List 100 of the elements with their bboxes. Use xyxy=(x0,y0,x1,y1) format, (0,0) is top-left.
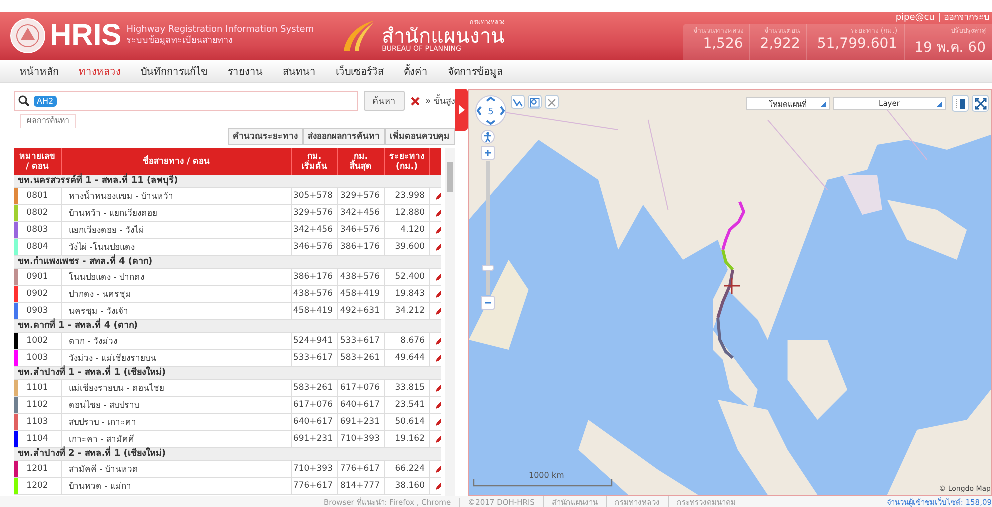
table-cell: วังม่วง - แม่เชียงรายบน xyxy=(62,350,292,366)
table-cell: 8.676 xyxy=(385,333,430,349)
table-cell: บ้านหวด - แม่กา xyxy=(62,478,292,494)
route-number: 0803 xyxy=(26,225,48,235)
menu-item[interactable]: จัดการข้อมูล xyxy=(440,64,515,78)
table-cell: 583+261 xyxy=(338,350,385,366)
group-header: ขท.ลำปางที่ 2 - สทล.ที่ 1 (เชียงใหม่) xyxy=(14,448,442,461)
route-number: 0804 xyxy=(26,242,48,252)
route-number: 1102 xyxy=(26,400,48,410)
route-number: 0903 xyxy=(26,306,48,316)
menu-item[interactable]: ทางหลวง xyxy=(71,64,133,78)
panel-toggle-button[interactable] xyxy=(952,95,969,112)
group-header: ขท.นครสวรรค์ที่ 1 - สทล.ที่ 11 (ลพบุรี) xyxy=(14,175,442,188)
slider-thumb[interactable] xyxy=(482,265,494,272)
table-cell: 34.212 xyxy=(385,303,430,319)
table-cell: 617+076 xyxy=(338,380,385,396)
table-cell: 346+576 xyxy=(338,222,385,238)
fullscreen-button[interactable] xyxy=(972,95,989,112)
table-cell: 346+576 xyxy=(292,239,338,255)
caret-icon xyxy=(937,102,942,107)
table-cell: นครชุม - วังเจ้า xyxy=(62,303,292,319)
route-number: 1201 xyxy=(26,464,48,474)
table-cell: 438+576 xyxy=(338,269,385,285)
table-cell: 342+456 xyxy=(338,205,385,221)
table-cell: เกาะคา - สามัคคี xyxy=(62,431,292,447)
table-cell: 458+419 xyxy=(292,303,338,319)
menu-item[interactable]: เว็บเซอร์วิส xyxy=(328,64,396,78)
stat-value: 1,526 xyxy=(703,36,744,52)
group-header: ขท.ลำปางที่ 1 - สทล.ที่ 1 (เชียงใหม่) xyxy=(14,367,442,380)
table-cell: สบปราบ - เกาะคา xyxy=(62,414,292,430)
table-cell: แม่เชียงรายบน - ดอนไชย xyxy=(62,380,292,396)
table-cell: 438+576 xyxy=(292,286,338,302)
action-button[interactable]: คำนวณระยะทาง xyxy=(228,128,303,145)
route-number: 1103 xyxy=(26,417,48,427)
table-cell: ตาก - วังม่วง xyxy=(62,333,292,349)
table-cell: 617+076 xyxy=(292,397,338,413)
system-title: Highway Registration Information System xyxy=(126,25,314,36)
system-title-thai: ระบบข้อมูลทะเบียนสายทาง xyxy=(126,36,234,47)
table-cell: 640+617 xyxy=(338,397,385,413)
table-cell: 533+617 xyxy=(338,333,385,349)
measure-tool[interactable] xyxy=(511,95,525,109)
advanced-search-link[interactable]: » ขั้นสูง xyxy=(426,94,455,108)
scale-label: 1000 km xyxy=(529,471,564,480)
table-cell: 19.843 xyxy=(385,286,430,302)
menu-item[interactable]: รายงาน xyxy=(220,64,275,78)
table-cell: 39.600 xyxy=(385,239,430,255)
search-icon xyxy=(18,95,30,107)
route-number: 0801 xyxy=(26,191,48,201)
table-cell: หางน้ำหนองแขม - บ้านหว้า xyxy=(62,188,292,204)
group-header: ขท.ตากที่ 1 - สทล.ที่ 4 (ตาก) xyxy=(14,320,442,333)
menu-item[interactable]: ตั้งค่า xyxy=(396,64,440,78)
table-cell: วังไผ่ -โนนปอแดง xyxy=(62,239,292,255)
zoom-box-tool[interactable] xyxy=(528,95,542,109)
collapse-handle[interactable] xyxy=(455,89,468,131)
table-cell: 305+578 xyxy=(292,188,338,204)
action-button[interactable]: เพิ่มตอนควบคุม xyxy=(385,128,455,145)
route-number: 0902 xyxy=(26,289,48,299)
results-tab[interactable]: ผลการค้นหา xyxy=(20,114,76,128)
table-cell: 49.644 xyxy=(385,350,430,366)
route-number: 0901 xyxy=(26,272,48,282)
table-cell: 492+631 xyxy=(338,303,385,319)
menu-item[interactable]: บันทึกการแก้ไข xyxy=(133,64,220,78)
table-cell: 524+941 xyxy=(292,333,338,349)
seal-logo xyxy=(10,18,46,54)
menu-item[interactable]: หน้าหลัก xyxy=(12,64,71,78)
table-cell: สามัคคี - บ้านหวด xyxy=(62,461,292,477)
table-cell: 710+393 xyxy=(292,461,338,477)
table-cell: 52.400 xyxy=(385,269,430,285)
sidebar-icon xyxy=(955,98,966,110)
table-cell: 342+456 xyxy=(292,222,338,238)
route-number: 1101 xyxy=(26,383,48,393)
route-number: 1003 xyxy=(26,353,48,363)
scrollbar[interactable] xyxy=(445,148,455,496)
menu-item[interactable]: สนทนา xyxy=(275,64,328,78)
search-button[interactable]: ค้นหา xyxy=(364,91,405,111)
logo-text: HRIS xyxy=(50,19,122,53)
route-number: 0802 xyxy=(26,208,48,218)
table-cell: 458+419 xyxy=(338,286,385,302)
table-cell: 691+231 xyxy=(338,414,385,430)
route-number: 1202 xyxy=(26,481,48,491)
table-cell: 19.162 xyxy=(385,431,430,447)
triangle-icon xyxy=(458,105,464,115)
table-cell: 12.880 xyxy=(385,205,430,221)
close-icon[interactable] xyxy=(545,95,559,109)
table-cell: 710+393 xyxy=(338,431,385,447)
zoom-out-button[interactable] xyxy=(481,296,495,310)
clear-icon[interactable] xyxy=(410,96,420,106)
stat-value: 19 พ.ค. 60 xyxy=(914,39,986,58)
table-cell: 814+777 xyxy=(338,478,385,494)
pan-control[interactable]: 5 xyxy=(475,95,507,127)
caret-icon xyxy=(821,102,826,107)
table-cell: 386+176 xyxy=(338,239,385,255)
table-cell: 583+261 xyxy=(292,380,338,396)
table-cell: 23.541 xyxy=(385,397,430,413)
table-cell: 50.614 xyxy=(385,414,430,430)
route-number: 1002 xyxy=(26,336,48,346)
zoom-in-button[interactable] xyxy=(481,146,495,160)
table-cell: 33.815 xyxy=(385,380,430,396)
action-button[interactable]: ส่งออกผลการค้นหา xyxy=(303,128,385,145)
table-cell: โนนปอแดง - ปากดง xyxy=(62,269,292,285)
